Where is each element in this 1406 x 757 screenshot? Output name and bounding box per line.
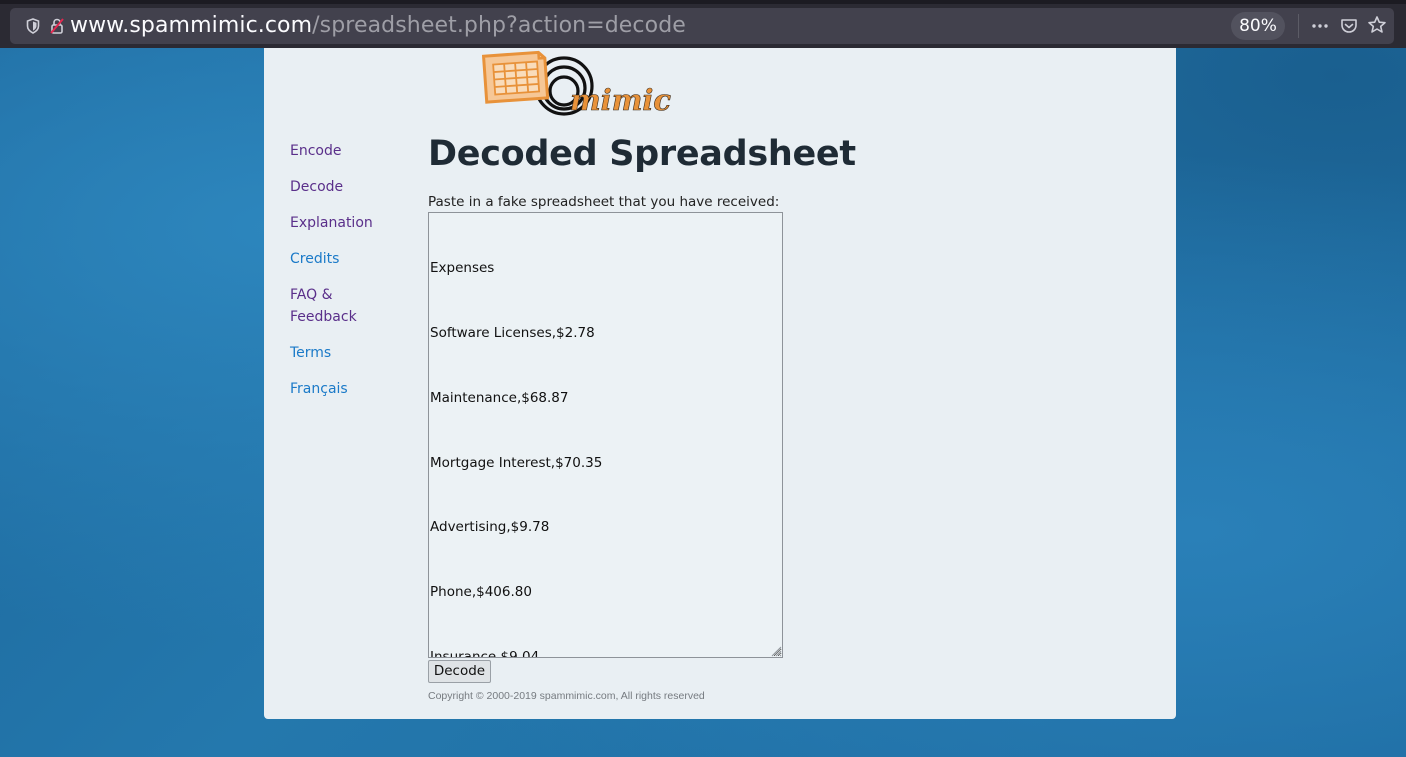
spreadsheet-line: Phone,$406.80 [430,584,532,601]
logo-text: mimic [570,83,671,117]
nav-link-explanation[interactable]: Explanation [290,212,400,234]
nav-link-francais[interactable]: Français [290,378,400,400]
nav-link-decode[interactable]: Decode [290,176,400,198]
resize-grip-icon[interactable] [770,645,782,657]
spreadsheet-line: Maintenance,$68.87 [430,389,569,406]
decode-button[interactable]: Decode [428,660,491,683]
zoom-level-badge[interactable]: 80% [1231,12,1285,40]
spreadsheet-line: Software Licenses,$2.78 [430,324,595,341]
spreadsheet-line: Expenses [430,260,495,277]
nav-link-encode[interactable]: Encode [290,140,400,162]
insecure-connection-icon[interactable] [48,17,66,35]
spreadsheet-line: Mortgage Interest,$70.35 [430,454,603,471]
shield-icon[interactable] [26,18,40,34]
spreadsheet-prompt-label: Paste in a fake spreadsheet that you hav… [428,194,780,210]
toolbar-divider [1298,14,1299,38]
copyright-notice: Copyright © 2000-2019 spammimic.com, All… [428,690,705,702]
url-text[interactable]: www.spammimic.com/spreadsheet.php?action… [70,11,686,41]
spammimic-logo[interactable]: mimic [482,48,672,130]
pocket-icon[interactable] [1340,16,1358,36]
spreadsheet-textarea[interactable]: Expenses Software Licenses,$2.78 Mainten… [428,212,783,658]
spreadsheet-line: Advertising,$9.78 [430,519,550,536]
more-icon[interactable] [1310,16,1330,36]
nav-link-credits[interactable]: Credits [290,248,400,270]
browser-toolbar: www.spammimic.com/spreadsheet.php?action… [0,0,1406,48]
nav-link-terms[interactable]: Terms [290,342,400,364]
url-host: www.spammimic.com [70,13,313,38]
content-panel: mimic Encode Decode Explanation Credits … [264,48,1176,719]
sidebar-nav: Encode Decode Explanation Credits FAQ & … [290,140,400,414]
url-path: /spreadsheet.php?action=decode [312,13,686,38]
page-title: Decoded Spreadsheet [428,134,856,174]
nav-link-faq-feedback[interactable]: FAQ & Feedback [290,284,400,328]
spreadsheet-line: Insurance,$9.04 [430,648,540,658]
address-bar[interactable]: www.spammimic.com/spreadsheet.php?action… [10,8,1394,44]
star-icon[interactable] [1367,15,1387,35]
